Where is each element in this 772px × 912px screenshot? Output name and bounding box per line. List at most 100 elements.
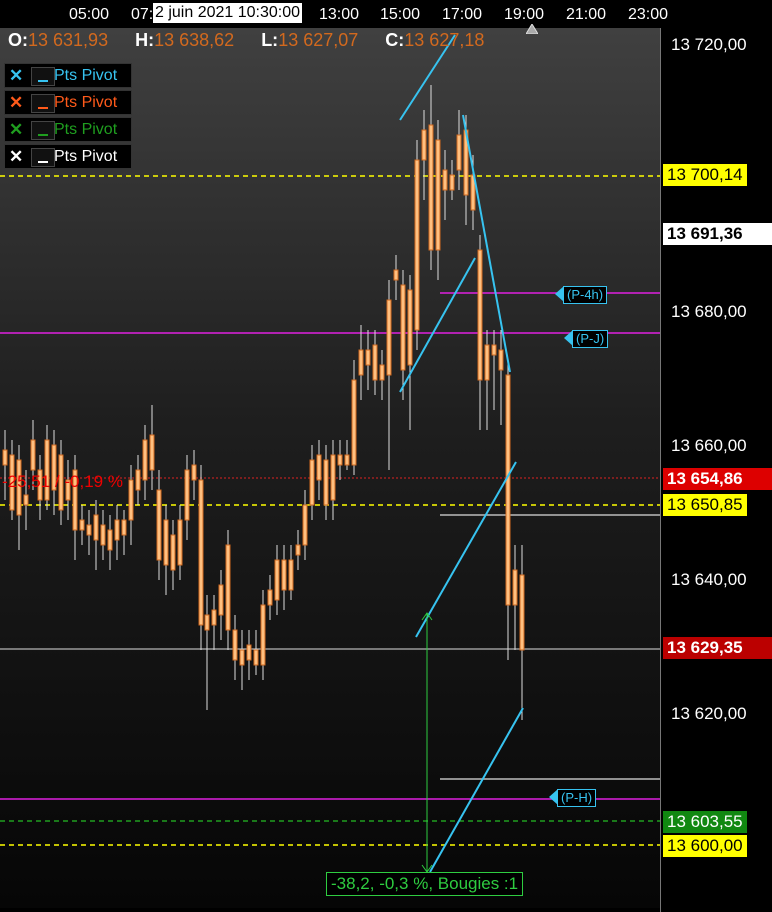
price-axis[interactable]: 13 720,00 13 680,00 13 660,00 13 640,00 … <box>660 28 772 912</box>
candle-body <box>30 439 36 471</box>
alert-marker-icon[interactable] <box>526 24 538 34</box>
candle-body <box>477 249 483 381</box>
candle-body <box>365 349 371 366</box>
candle-body <box>232 629 238 661</box>
candle-body <box>302 504 308 546</box>
close-icon[interactable]: ✕ <box>9 145 23 168</box>
measure-tool-label: -38,2, -0,3 %, Bougies :1 <box>326 872 524 896</box>
candle-body <box>2 449 8 466</box>
ohlc-readout: O:13 631,93 H:13 638,62 L:13 627,07 C:13… <box>8 30 506 51</box>
legend-label: Pts Pivot <box>54 94 118 111</box>
candle-body <box>442 169 448 191</box>
price-tag: 13 650,85 <box>663 494 747 516</box>
pivot-tag-pj[interactable]: (P-J) <box>572 330 609 348</box>
candle-body <box>86 524 92 536</box>
candle-body <box>414 159 420 331</box>
candle-body <box>211 609 217 626</box>
candle-body <box>246 644 252 661</box>
price-tag-current: 13 629,35 <box>663 637 772 659</box>
candle-body <box>337 454 343 466</box>
candle-body <box>128 479 134 521</box>
change-percent-label: -25,51 / -0,19 % <box>2 472 123 491</box>
pivot-tag-ph[interactable]: (P-H) <box>557 789 597 807</box>
legend-item-pivot-3[interactable]: ✕ Pts Pivot <box>4 117 132 142</box>
open-value: 13 631,93 <box>28 30 109 50</box>
close-icon[interactable]: ✕ <box>9 118 23 141</box>
candle-body <box>135 469 141 491</box>
low-value: 13 627,07 <box>278 30 359 50</box>
candle-body <box>519 574 525 651</box>
price-axis-label: 13 660,00 <box>671 436 747 455</box>
candle-body <box>330 454 336 501</box>
candle-body <box>491 344 497 356</box>
time-label: 17:00 <box>442 6 483 23</box>
candle-body <box>170 534 176 571</box>
candle-body <box>295 544 301 556</box>
candle-body <box>253 649 259 666</box>
candle-body <box>260 604 266 666</box>
line-style-icon[interactable] <box>31 148 55 167</box>
line-style-icon[interactable] <box>31 121 55 140</box>
candle-body <box>351 379 357 466</box>
trend-line <box>429 707 524 873</box>
candle-body <box>23 494 29 506</box>
candle-body <box>281 559 287 591</box>
candle-body <box>435 139 441 251</box>
candle-body <box>421 129 427 161</box>
price-tag: 13 700,14 <box>663 164 747 186</box>
price-tag: 13 603,55 <box>663 811 747 833</box>
price-tag-crosshair: 13 654,86 <box>663 468 772 490</box>
time-label: 05:00 <box>69 6 110 23</box>
line-style-icon[interactable] <box>31 94 55 113</box>
candle-body <box>512 569 518 606</box>
line-style-icon[interactable] <box>31 67 55 86</box>
crosshair-date-box: 2 juin 2021 10:30:00 <box>153 3 303 23</box>
high-key: H: <box>135 30 155 50</box>
price-axis-label: 13 620,00 <box>671 704 747 723</box>
candle-body <box>449 174 455 191</box>
candle-body <box>372 344 378 381</box>
candle-body <box>156 489 162 561</box>
candle-body <box>484 344 490 381</box>
candle-body <box>323 459 329 506</box>
price-tag-last: 13 691,36 <box>663 223 772 245</box>
candle-body <box>267 589 273 606</box>
legend-item-pivot-2[interactable]: ✕ Pts Pivot <box>4 90 132 115</box>
time-axis: 05:00 07: 13:00 15:00 17:00 19:00 21:00 … <box>0 0 772 28</box>
candle-body <box>114 519 120 541</box>
high-value: 13 638,62 <box>154 30 235 50</box>
time-label: 13:00 <box>319 6 360 23</box>
close-icon[interactable]: ✕ <box>9 64 23 87</box>
candle-body <box>239 649 245 666</box>
legend-label: Pts Pivot <box>54 121 118 138</box>
candle-body <box>184 469 190 521</box>
candle-body <box>344 454 350 466</box>
candle-body <box>142 439 148 481</box>
time-label: 21:00 <box>566 6 607 23</box>
legend-item-pivot-4[interactable]: ✕ Pts Pivot <box>4 144 132 169</box>
close-key: C: <box>385 30 405 50</box>
legend-item-pivot-1[interactable]: ✕ Pts Pivot <box>4 63 132 88</box>
pivot-tag-p4h[interactable]: (P-4h) <box>563 286 608 304</box>
price-tag: 13 600,00 <box>663 835 747 857</box>
price-axis-label: 13 720,00 <box>671 35 747 54</box>
candle-body <box>79 519 85 531</box>
candle-body <box>93 514 99 541</box>
close-icon[interactable]: ✕ <box>9 91 23 114</box>
candle-body <box>191 464 197 481</box>
candle-body <box>288 559 294 591</box>
legend-label: Pts Pivot <box>54 148 118 165</box>
legend-label: Pts Pivot <box>54 67 118 84</box>
open-key: O: <box>8 30 28 50</box>
low-key: L: <box>261 30 279 50</box>
candle-body <box>393 269 399 281</box>
candle-body <box>225 544 231 631</box>
candle-body <box>177 519 183 566</box>
candle-body <box>386 299 392 376</box>
time-label: 19:00 <box>504 6 545 23</box>
candle-body <box>316 454 322 481</box>
candle-body <box>107 529 113 551</box>
time-label: 15:00 <box>380 6 421 23</box>
candle-body <box>204 614 210 631</box>
close-value: 13 627,18 <box>404 30 485 50</box>
